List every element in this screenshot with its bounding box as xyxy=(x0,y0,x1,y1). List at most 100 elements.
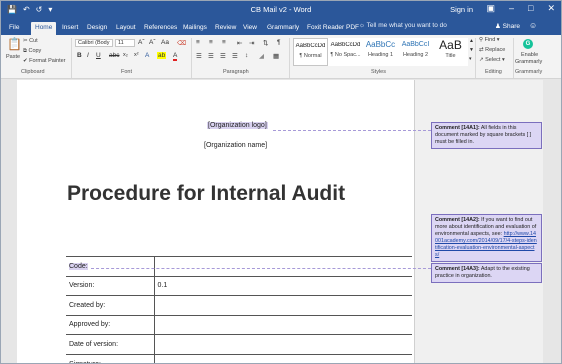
replace-button[interactable]: ⇄ Replace xyxy=(479,47,505,53)
style-preview: AaBbCc xyxy=(365,40,396,49)
paste-icon[interactable]: 📋 xyxy=(7,37,22,51)
document-page[interactable]: [Organization logo] [Organization name] … xyxy=(17,80,414,363)
line-spacing-icon[interactable]: ↕ xyxy=(245,52,248,59)
table-value-cell[interactable] xyxy=(154,295,412,315)
format-painter-button[interactable]: ✔ Format Painter xyxy=(23,58,66,64)
select-button[interactable]: ↗ Select ▾ xyxy=(479,57,505,63)
table-value-cell[interactable] xyxy=(154,334,412,354)
borders-icon[interactable]: ▦ xyxy=(273,52,279,60)
paste-button[interactable]: Paste xyxy=(6,54,20,60)
table-label-cell[interactable]: Created by: xyxy=(66,295,155,315)
vertical-scrollbar[interactable] xyxy=(543,80,561,363)
font-color-icon[interactable]: A xyxy=(173,52,178,61)
font-size-box[interactable]: 11 xyxy=(115,39,135,47)
bold-icon[interactable]: B xyxy=(77,52,82,59)
clipboard-group-label: Clipboard xyxy=(21,69,45,75)
maximize-icon[interactable]: □ xyxy=(528,3,533,14)
copy-button[interactable]: ⧉ Copy xyxy=(23,48,41,55)
close-icon[interactable]: ✕ xyxy=(547,3,555,14)
lightbulb-icon: ☼ xyxy=(359,22,365,29)
tab-foxit-reader-pdf[interactable]: Foxit Reader PDF xyxy=(303,22,363,35)
underline-icon[interactable]: U xyxy=(96,52,101,59)
organization-logo-placeholder[interactable]: [Organization logo] xyxy=(207,122,268,129)
show-formatting-icon[interactable]: ¶ xyxy=(277,39,281,46)
sort-icon[interactable]: ⇅ xyxy=(263,39,268,47)
document-title[interactable]: Procedure for Internal Audit xyxy=(67,182,345,206)
table-row: Signature: xyxy=(66,353,412,363)
table-value-cell[interactable]: 0.1 xyxy=(154,275,412,296)
numbering-icon[interactable]: ≡ xyxy=(209,39,213,46)
shading-icon[interactable]: ◢ xyxy=(259,52,264,60)
styles-scroll-icon[interactable]: ▲ ▼ ▾ xyxy=(469,37,474,64)
table-value-cell[interactable] xyxy=(154,314,412,335)
increase-indent-icon[interactable]: ⇥ xyxy=(249,39,254,47)
grammarly-icon[interactable]: G xyxy=(523,39,533,49)
share-label: Share xyxy=(502,23,520,30)
cut-button[interactable]: ✂ Cut xyxy=(23,38,38,44)
tab-design[interactable]: Design xyxy=(83,22,111,35)
tab-layout[interactable]: Layout xyxy=(112,22,140,35)
multilevel-list-icon[interactable]: ≡ xyxy=(222,39,226,46)
style-heading-1[interactable]: AaBbCc Heading 1 xyxy=(363,38,398,66)
tell-me-box[interactable]: ☼ Tell me what you want to do xyxy=(359,22,447,29)
strikethrough-icon[interactable]: abc xyxy=(109,52,119,59)
clear-formatting-icon[interactable]: ⌫ xyxy=(177,39,186,47)
text-effects-icon[interactable]: A xyxy=(145,52,149,59)
feedback-smiley-icon[interactable]: ☺ xyxy=(529,21,537,30)
style-preview: AaB xyxy=(439,38,462,52)
highlight-icon[interactable]: ab xyxy=(157,52,167,59)
tab-home[interactable]: Home xyxy=(31,22,57,35)
align-right-icon[interactable]: ☰ xyxy=(220,52,226,60)
replace-label: Replace xyxy=(485,47,506,53)
superscript-icon[interactable]: x² xyxy=(134,52,139,58)
enable-grammarly-button[interactable]: Enable xyxy=(521,52,538,58)
table-row: Approved by: xyxy=(66,314,412,335)
table-value-cell[interactable] xyxy=(154,256,412,276)
table-label-cell[interactable]: Signature: xyxy=(66,353,155,363)
table-label-cell[interactable]: Approved by: xyxy=(66,314,155,335)
comment-14a1[interactable]: Comment [14A1]: All fields in this docum… xyxy=(431,122,542,149)
style-preview: AaBbCcDd xyxy=(295,43,326,49)
tab-mailings[interactable]: Mailings xyxy=(179,22,211,35)
minimize-icon[interactable]: – xyxy=(509,3,514,14)
decrease-indent-icon[interactable]: ⇤ xyxy=(237,39,242,47)
font-group-label: Font xyxy=(121,69,133,75)
align-center-icon[interactable]: ☰ xyxy=(208,52,214,60)
tab-grammarly[interactable]: Grammarly xyxy=(263,22,303,35)
subscript-icon[interactable]: x₂ xyxy=(123,52,128,58)
sign-in-link[interactable]: Sign in xyxy=(450,5,473,14)
style-name: Heading 1 xyxy=(367,52,394,58)
italic-icon[interactable]: I xyxy=(87,52,89,59)
justify-icon[interactable]: ☰ xyxy=(232,52,238,60)
table-label-cell[interactable]: Code: xyxy=(66,256,155,276)
grow-font-icon[interactable]: Aˆ xyxy=(138,39,145,46)
table-value-cell[interactable] xyxy=(154,353,412,363)
tab-review[interactable]: Review xyxy=(211,22,240,35)
tab-insert[interactable]: Insert xyxy=(58,22,82,35)
style-no-spacing[interactable]: AaBbCcDd ¶ No Spac... xyxy=(328,38,363,66)
bullets-icon[interactable]: ≡ xyxy=(196,39,200,46)
ribbon-display-icon[interactable]: ▣ xyxy=(486,3,495,14)
find-button[interactable]: ⚲ Find ▾ xyxy=(479,37,500,43)
share-button[interactable]: ♟ Share xyxy=(495,22,520,30)
style-title[interactable]: AaB Title xyxy=(433,38,468,66)
paragraph-group-label: Paragraph xyxy=(223,69,249,75)
shrink-font-icon[interactable]: Aˇ xyxy=(149,39,156,46)
group-divider xyxy=(475,38,476,78)
organization-name-placeholder[interactable]: [Organization name] xyxy=(204,142,267,149)
align-left-icon[interactable]: ☰ xyxy=(196,52,202,60)
font-name-box[interactable]: Calibri (Body xyxy=(75,39,113,47)
comment-connector-line xyxy=(91,268,431,269)
tab-view[interactable]: View xyxy=(239,22,261,35)
comment-14a2[interactable]: Comment [14A2]: If you want to find out … xyxy=(431,214,542,262)
table-label-cell[interactable]: Date of version: xyxy=(66,334,155,354)
tab-references[interactable]: References xyxy=(140,22,181,35)
style-normal[interactable]: AaBbCcDd ¶ Normal xyxy=(293,38,328,66)
style-name: ¶ No Spac... xyxy=(330,52,361,58)
style-heading-2[interactable]: AaBbCcI Heading 2 xyxy=(398,38,433,66)
change-case-icon[interactable]: Aa xyxy=(161,39,169,46)
table-row: Version: 0.1 xyxy=(66,275,412,296)
comment-14a3[interactable]: Comment [14A3]: Adapt to the existing pr… xyxy=(431,263,542,283)
table-label-cell[interactable]: Version: xyxy=(66,275,155,296)
tab-file[interactable]: File xyxy=(5,22,23,35)
